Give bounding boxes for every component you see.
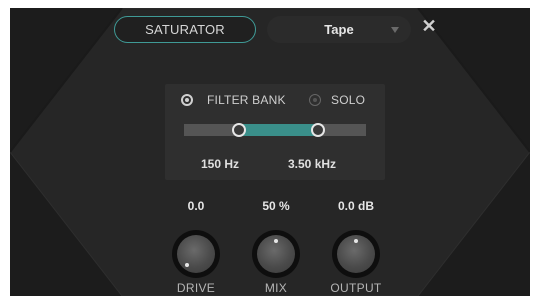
saturator-panel: SATURATOR Tape ✕ FILTER BANK SOLO 150 Hz…	[10, 8, 530, 296]
solo-radio[interactable]	[309, 94, 321, 106]
frequency-range-slider[interactable]	[184, 123, 366, 137]
filter-bank-radio[interactable]	[181, 94, 193, 106]
drive-value: 0.0	[187, 199, 205, 213]
drive-label: DRIVE	[176, 281, 216, 295]
output-knob-indicator	[354, 239, 358, 243]
low-frequency-value: 150 Hz	[201, 157, 240, 171]
mix-knob-indicator	[274, 239, 278, 243]
saturator-module-button[interactable]: SATURATOR	[114, 16, 256, 43]
solo-label: SOLO	[331, 93, 366, 107]
mix-value: 50 %	[262, 199, 290, 213]
filter-bank-label: FILTER BANK	[207, 93, 286, 107]
preset-dropdown[interactable]: Tape	[267, 16, 411, 43]
close-icon[interactable]: ✕	[420, 17, 438, 35]
mix-label: MIX	[264, 281, 288, 295]
low-frequency-handle[interactable]	[232, 123, 246, 137]
output-knob[interactable]	[332, 230, 380, 278]
output-value: 0.0 dB	[337, 199, 374, 213]
preset-selected-value: Tape	[324, 22, 354, 37]
frequency-range-fill	[238, 124, 316, 136]
dropdown-arrow-icon	[391, 27, 399, 33]
filter-bank-section: FILTER BANK SOLO 150 Hz 3.50 kHz	[165, 84, 385, 180]
drive-knob-indicator	[185, 263, 189, 267]
mix-knob[interactable]	[252, 230, 300, 278]
high-frequency-handle[interactable]	[311, 123, 325, 137]
drive-knob[interactable]	[172, 230, 220, 278]
high-frequency-value: 3.50 kHz	[288, 157, 337, 171]
output-label: OUTPUT	[330, 281, 382, 295]
